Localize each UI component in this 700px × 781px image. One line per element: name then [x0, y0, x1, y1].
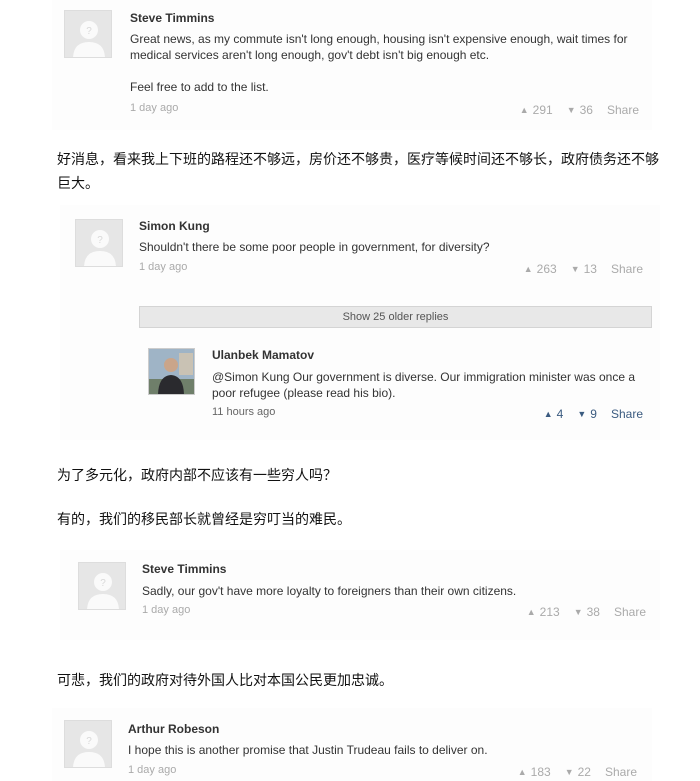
share-link[interactable]: Share: [614, 605, 646, 619]
comment-actions: ▲ 263 ▼ 13 Share: [524, 262, 643, 276]
reply-actions: ▲ 4 ▼ 9 Share: [544, 407, 643, 421]
avatar[interactable]: [148, 348, 195, 395]
reply-time: 11 hours ago: [212, 406, 276, 418]
avatar[interactable]: ?: [78, 562, 126, 610]
comment-author[interactable]: Steve Timmins: [130, 11, 214, 25]
comment-time: 1 day ago: [128, 764, 177, 776]
comment-card: ? Arthur Robeson I hope this is another …: [52, 708, 652, 781]
downvote-count: 38: [586, 605, 600, 619]
upvote-icon[interactable]: ▲: [527, 607, 536, 617]
downvote-icon[interactable]: ▼: [565, 767, 574, 777]
translation-text: 好消息，看来我上下班的路程还不够远，房价还不够贵，医疗等候时间还不够长，政府债务…: [57, 152, 659, 192]
downvote-count: 9: [590, 407, 597, 421]
downvote-count: 36: [579, 103, 593, 117]
share-link[interactable]: Share: [611, 262, 643, 276]
upvote-count: 213: [539, 605, 560, 619]
translation-text: 有的，我们的移民部长就曾经是穷叮当的难民。: [57, 512, 351, 528]
comment-author[interactable]: Simon Kung: [139, 219, 210, 233]
svg-text:?: ?: [86, 736, 92, 747]
comment-card: ? Steve Timmins Sadly, our gov't have mo…: [60, 550, 660, 640]
upvote-icon[interactable]: ▲: [520, 105, 529, 115]
avatar[interactable]: ?: [64, 10, 112, 58]
downvote-icon[interactable]: ▼: [574, 607, 583, 617]
share-link[interactable]: Share: [605, 765, 637, 779]
upvote-count: 291: [532, 103, 553, 117]
avatar[interactable]: ?: [64, 720, 112, 768]
svg-text:?: ?: [100, 578, 106, 589]
default-avatar-icon: ?: [65, 721, 111, 767]
reply-author[interactable]: Ulanbek Mamatov: [212, 348, 314, 362]
user-photo-icon: [149, 349, 194, 394]
default-avatar-icon: ?: [79, 563, 125, 609]
comment-card: ? Steve Timmins Great news, as my commut…: [52, 0, 652, 130]
comment-text: Shouldn't there be some poor people in g…: [139, 240, 490, 254]
comment-author[interactable]: Steve Timmins: [142, 562, 226, 576]
upvote-count: 263: [536, 262, 557, 276]
svg-text:?: ?: [86, 26, 92, 37]
comment-time: 1 day ago: [139, 261, 188, 273]
translation-text: 可悲，我们的政府对待外国人比对本国公民更加忠诚。: [57, 673, 393, 689]
svg-text:?: ?: [97, 235, 103, 246]
comment-author[interactable]: Arthur Robeson: [128, 722, 219, 736]
translation-text: 为了多元化，政府内部不应该有一些穷人吗？: [57, 468, 337, 484]
upvote-icon[interactable]: ▲: [524, 264, 533, 274]
downvote-count: 22: [577, 765, 591, 779]
comment-text: I hope this is another promise that Just…: [128, 743, 488, 757]
upvote-count: 4: [556, 407, 564, 421]
reply-text: @Simon Kung Our government is diverse. O…: [212, 370, 636, 400]
upvote-icon[interactable]: ▲: [518, 767, 527, 777]
comment-time: 1 day ago: [142, 604, 191, 616]
avatar[interactable]: ?: [75, 219, 123, 267]
comment-actions: ▲ 291 ▼ 36 Share: [520, 103, 639, 117]
default-avatar-icon: ?: [76, 220, 122, 266]
downvote-icon[interactable]: ▼: [571, 264, 580, 274]
share-link[interactable]: Share: [611, 407, 643, 421]
comment-text: Great news, as my commute isn't long eno…: [130, 32, 628, 94]
upvote-icon[interactable]: ▲: [544, 409, 553, 419]
comment-actions: ▲ 213 ▼ 38 Share: [527, 605, 646, 619]
upvote-count: 183: [530, 765, 551, 779]
downvote-icon[interactable]: ▼: [577, 409, 586, 419]
comment-text: Sadly, our gov't have more loyalty to fo…: [142, 584, 517, 598]
downvote-icon[interactable]: ▼: [567, 105, 576, 115]
comment-actions: ▲ 183 ▼ 22 Share: [518, 765, 637, 779]
default-avatar-icon: ?: [65, 11, 111, 57]
show-older-replies-button[interactable]: Show 25 older replies: [139, 306, 652, 328]
comment-time: 1 day ago: [130, 102, 179, 114]
downvote-count: 13: [583, 262, 597, 276]
share-link[interactable]: Share: [607, 103, 639, 117]
